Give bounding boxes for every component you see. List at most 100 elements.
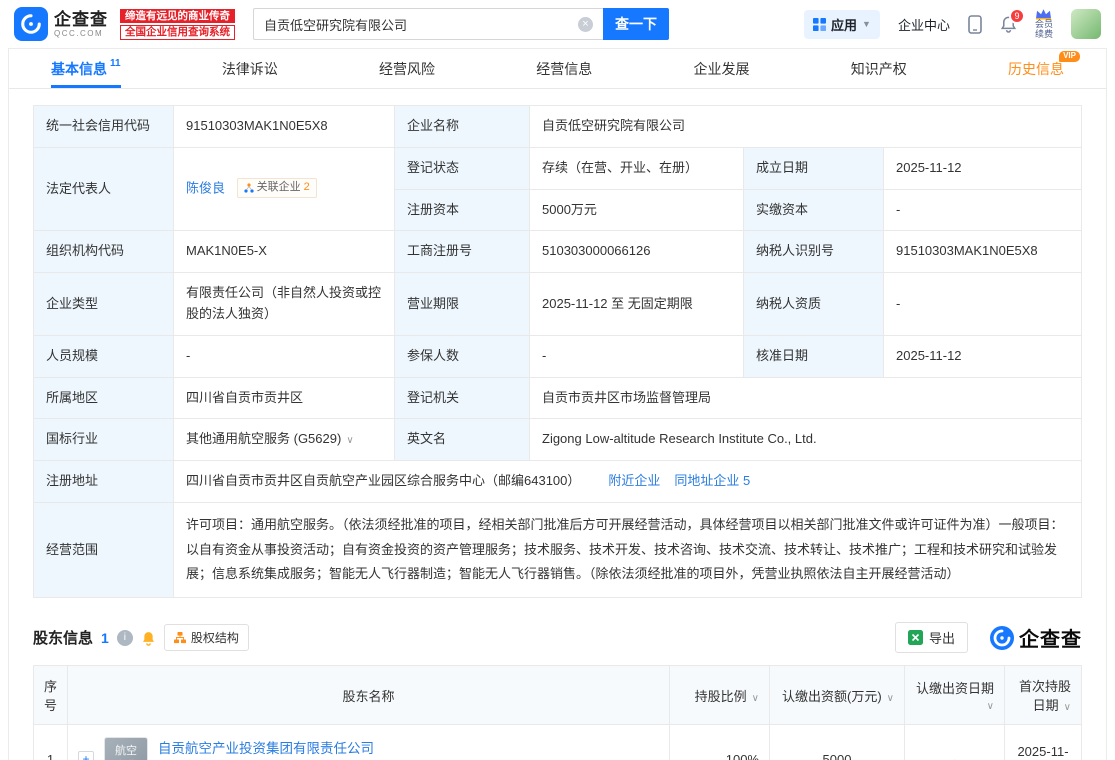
col-amount-sort[interactable]: 认缴出资额(万元)∨ (770, 666, 905, 725)
qcc-logo-icon (14, 7, 48, 41)
approval-date-value: 2025-11-12 (884, 335, 1082, 377)
company-name-label: 企业名称 (395, 106, 530, 148)
biz-scope-label: 经营范围 (34, 502, 174, 597)
shareholder-ratio: 100% (670, 725, 770, 760)
company-name-value: 自贡低空研究院有限公司 (530, 106, 1082, 148)
info-icon[interactable]: i (117, 630, 133, 646)
chevron-down-icon: ▼ (862, 19, 871, 29)
equity-structure-button[interactable]: 股权结构 (164, 624, 249, 651)
qcc-watermark-icon (990, 626, 1014, 650)
avatar[interactable] (1071, 9, 1101, 39)
tab-count: 11 (110, 58, 121, 69)
search-input[interactable] (253, 8, 603, 40)
tab-intellectual-property[interactable]: 知识产权 (851, 49, 907, 88)
region-value: 四川省自贡市贡井区 (174, 377, 395, 419)
org-chart-icon (174, 632, 186, 644)
tab-history-info[interactable]: 历史信息 VIP (1008, 49, 1064, 88)
member-renew-button[interactable]: 会员 续费 (1035, 8, 1053, 40)
shareholder-name-link[interactable]: 自贡航空产业投资集团有限责任公司 (158, 741, 374, 756)
shareholder-index: 1 (34, 725, 68, 760)
legal-rep-link[interactable]: 陈俊良 (186, 181, 225, 196)
industry-value: 其他通用航空服务 (G5629)∨ (174, 419, 395, 461)
taxpayer-qual-label: 纳税人资质 (744, 273, 884, 336)
tab-business-info[interactable]: 经营信息 (536, 49, 592, 88)
shareholder-section-header: 股东信息 1 i 股权结构 导出 企查查 (33, 622, 1082, 653)
table-row: 所属地区 四川省自贡市贡井区 登记机关 自贡市贡井区市场监督管理局 (34, 377, 1082, 419)
establish-date-value: 2025-11-12 (884, 147, 1082, 189)
nearby-companies-link[interactable]: 附近企业 (608, 473, 660, 488)
col-subscribe-date-sort[interactable]: 认缴出资日期∨ (905, 666, 1005, 725)
table-row: 统一社会信用代码 91510303MAK1N0E5X8 企业名称 自贡低空研究院… (34, 106, 1082, 148)
sort-caret-icon: ∨ (752, 693, 759, 704)
shareholder-name: 自贡航空产业投资集团有限责任公司 国有企业 (158, 737, 374, 760)
col-shareholder-name: 股东名称 (68, 666, 670, 725)
table-row: 人员规模 - 参保人数 - 核准日期 2025-11-12 (34, 335, 1082, 377)
reg-status-label: 登记状态 (395, 147, 530, 189)
tab-basic-info[interactable]: 基本信息11 (51, 49, 121, 88)
credit-code-value: 91510303MAK1N0E5X8 (174, 106, 395, 148)
legal-rep-value: 陈俊良 关联企业 2 (174, 147, 395, 231)
reg-authority-label: 登记机关 (395, 377, 530, 419)
approval-date-label: 核准日期 (744, 335, 884, 377)
reg-status-value: 存续（在营、开业、在册） (530, 147, 744, 189)
network-icon (244, 183, 254, 193)
establish-date-label: 成立日期 (744, 147, 884, 189)
paid-capital-value: - (884, 189, 1082, 231)
col-first-date-sort[interactable]: 首次持股日期∨ (1005, 666, 1082, 725)
monitor-bell-icon[interactable] (141, 630, 156, 646)
top-bar: 企查查 QCC.COM 缔造有远见的商业传奇 全国企业信用查询系统 × 查一下 … (0, 0, 1115, 48)
biz-reg-no-label: 工商注册号 (395, 231, 530, 273)
table-row: 经营范围 许可项目：通用航空服务。（依法须经批准的项目，经相关部门批准后方可开展… (34, 502, 1082, 597)
same-address-link[interactable]: 同地址企业 5 (674, 473, 750, 488)
tab-operational-risk[interactable]: 经营风险 (379, 49, 435, 88)
reg-address-label: 注册地址 (34, 461, 174, 503)
tab-legal-litigation[interactable]: 法律诉讼 (222, 49, 278, 88)
qcc-logo[interactable]: 企查查 QCC.COM (14, 7, 108, 41)
slogan: 缔造有远见的商业传奇 全国企业信用查询系统 (120, 9, 235, 40)
shareholder-name-cell: + 航空 产业 自贡航空产业投资集团有限责任公司 国有企业 (68, 725, 670, 760)
biz-scope-value: 许可项目：通用航空服务。（依法须经批准的项目，经相关部门批准后方可开展经营活动，… (174, 502, 1082, 597)
excel-icon (908, 630, 923, 645)
reg-capital-value: 5000万元 (530, 189, 744, 231)
shareholder-logo: 航空 产业 (104, 737, 148, 760)
search-button[interactable]: 查一下 (603, 8, 669, 40)
col-ratio-sort[interactable]: 持股比例∨ (670, 666, 770, 725)
slogan-line1: 缔造有远见的商业传奇 (120, 9, 235, 24)
enterprise-center-link[interactable]: 企业中心 (898, 15, 950, 34)
company-type-label: 企业类型 (34, 273, 174, 336)
industry-expand-icon[interactable]: ∨ (346, 435, 353, 446)
taxpayer-id-label: 纳税人识别号 (744, 231, 884, 273)
reg-address-value: 四川省自贡市贡井区自贡航空产业园区综合服务中心（邮编643100）附近企业同地址… (174, 461, 1082, 503)
sort-caret-icon: ∨ (987, 701, 994, 712)
mobile-app-icon[interactable] (968, 15, 982, 34)
related-company-tag[interactable]: 关联企业 2 (237, 178, 317, 197)
biz-term-value: 2025-11-12 至 无固定期限 (530, 273, 744, 336)
search-box: × 查一下 (253, 8, 669, 40)
tab-company-development[interactable]: 企业发展 (694, 49, 750, 88)
qcc-logo-text: 企查查 QCC.COM (54, 11, 108, 38)
notification-bell-icon[interactable]: 9 (1000, 15, 1017, 33)
insured-count-value: - (530, 335, 744, 377)
top-nav: 应用 ▼ 企业中心 9 会员 续费 (804, 8, 1101, 40)
paid-capital-label: 实缴资本 (744, 189, 884, 231)
region-label: 所属地区 (34, 377, 174, 419)
biz-reg-no-value: 510303000066126 (530, 231, 744, 273)
english-name-label: 英文名 (395, 419, 530, 461)
app-menu[interactable]: 应用 ▼ (804, 10, 880, 39)
insured-count-label: 参保人数 (395, 335, 530, 377)
shareholder-count: 1 (101, 630, 109, 646)
col-index: 序号 (34, 666, 68, 725)
notification-badge: 9 (1009, 8, 1025, 24)
org-code-label: 组织机构代码 (34, 231, 174, 273)
industry-label: 国标行业 (34, 419, 174, 461)
export-button[interactable]: 导出 (895, 622, 968, 653)
same-address-count: 5 (743, 473, 750, 488)
biz-term-label: 营业期限 (395, 273, 530, 336)
table-row: 企业类型 有限责任公司（非自然人投资或控股的法人独资） 营业期限 2025-11… (34, 273, 1082, 336)
shareholder-amount: 5000 (770, 725, 905, 760)
expand-row-icon[interactable]: + (78, 751, 94, 760)
org-code-value: MAK1N0E5-X (174, 231, 395, 273)
tab-bar: 基本信息11 法律诉讼 经营风险 经营信息 企业发展 知识产权 历史信息 VIP (9, 49, 1106, 89)
clear-search-icon[interactable]: × (578, 17, 593, 32)
basic-info-table: 统一社会信用代码 91510303MAK1N0E5X8 企业名称 自贡低空研究院… (33, 105, 1082, 598)
